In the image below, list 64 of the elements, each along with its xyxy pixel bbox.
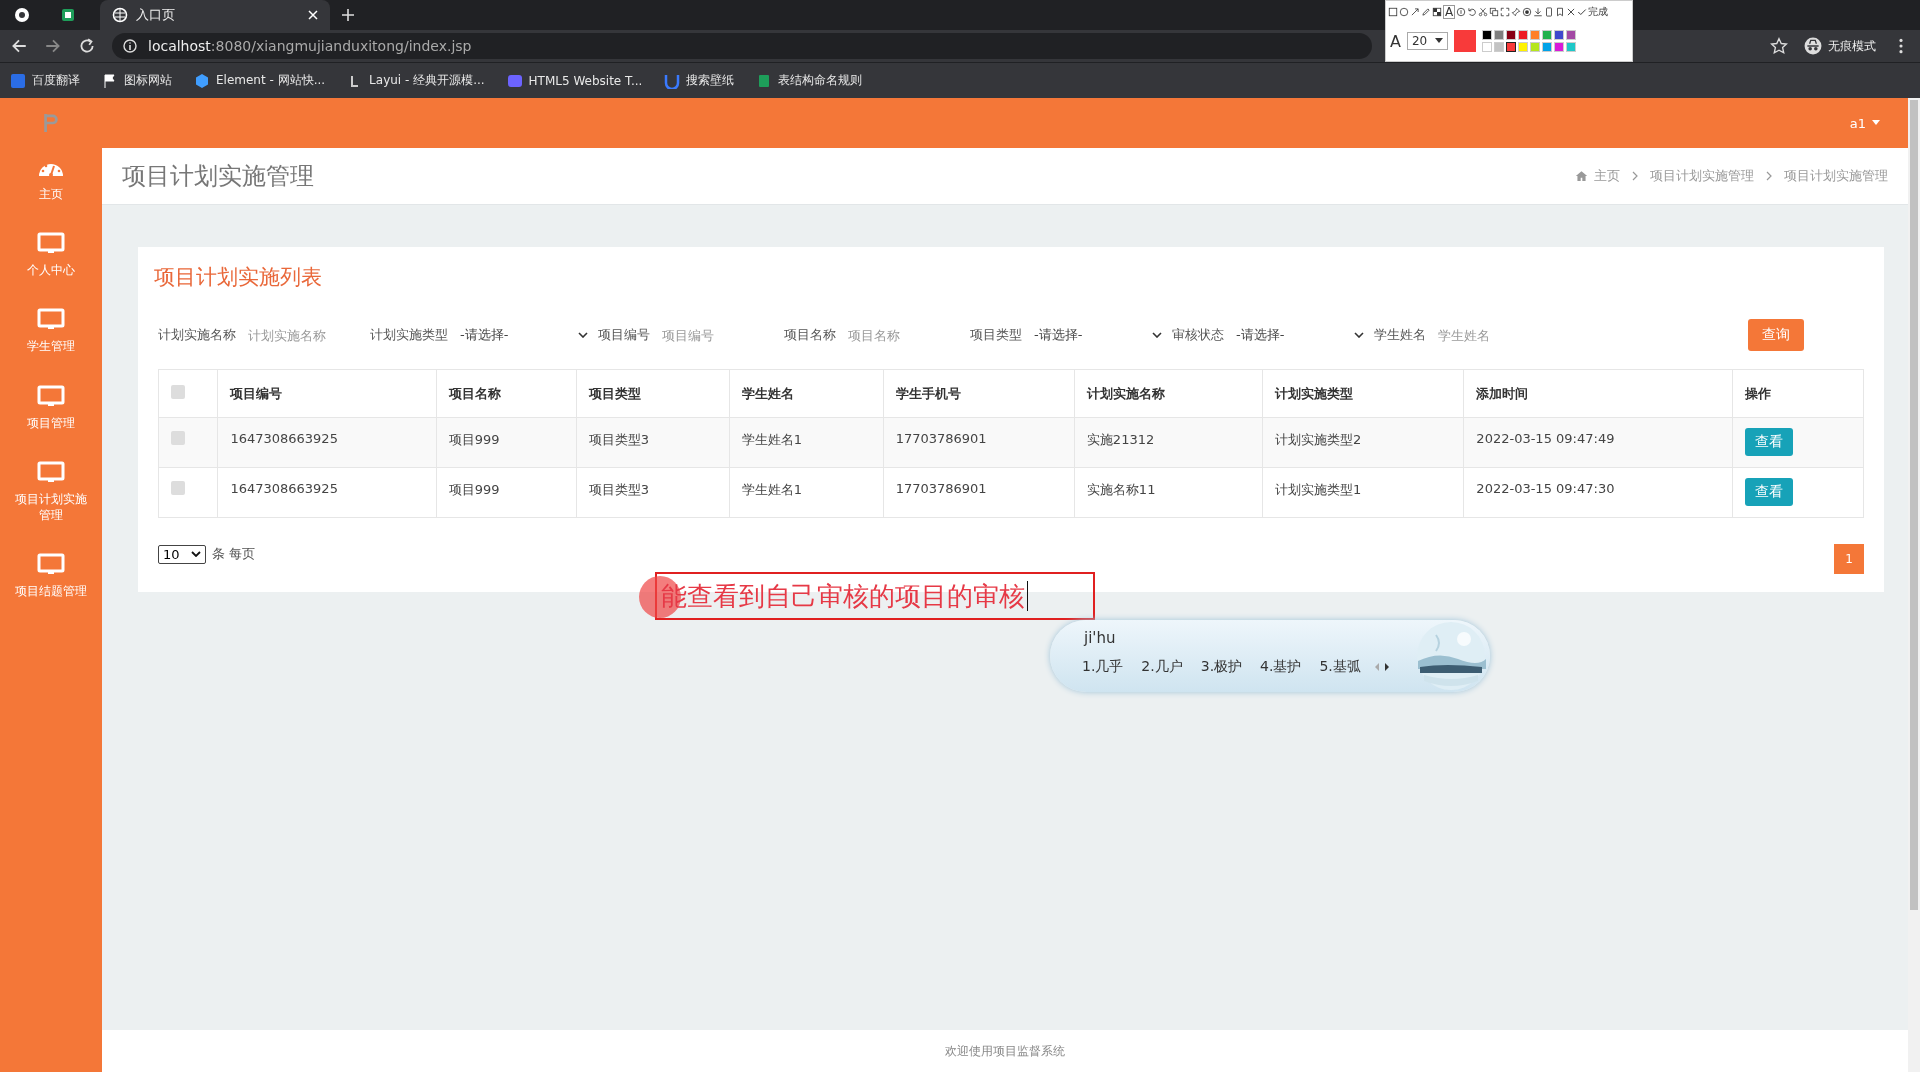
table-cell: 17703786901 (895, 481, 987, 496)
bookmark[interactable]: 百度翻译 (10, 72, 80, 89)
font-size-select[interactable]: 20 (1406, 32, 1449, 50)
filter-select[interactable]: -请选择- (1034, 326, 1162, 344)
ime-candidate[interactable]: 3.极护 (1200, 658, 1243, 676)
filter-label: 项目名称 (784, 326, 836, 344)
incognito-button[interactable]: 无痕模式 (1804, 37, 1876, 55)
table-cell: 实施21312 (1086, 432, 1155, 447)
table-cell: 学生姓名1 (741, 432, 802, 447)
table-cell: 1647308663925 (230, 481, 338, 496)
ime-candidate[interactable]: 4.基护 (1260, 658, 1302, 676)
table-cell: 项目类型3 (588, 482, 649, 497)
table-cell: 项目999 (448, 482, 500, 497)
filter-label: 项目编号 (598, 326, 650, 344)
filter-label: 学生姓名 (1374, 326, 1426, 344)
ime-candidate[interactable]: 2.几户 (1141, 658, 1183, 676)
column-header: 学生手机号 (895, 385, 961, 401)
bookmark[interactable]: HTML5 Website T... (506, 72, 643, 89)
column-header: 学生姓名 (741, 385, 794, 401)
table-cell: 计划实施类型1 (1275, 482, 1362, 497)
column-header: 计划实施类型 (1275, 385, 1354, 401)
column-header: 项目编号 (230, 385, 283, 401)
filter-label: 计划实施类型 (370, 326, 448, 344)
page-size-label: 条 每页 (212, 545, 256, 563)
table-cell: 项目类型3 (588, 432, 649, 447)
ime-candidate[interactable]: 1.几乎 (1082, 658, 1124, 676)
filter-label: 项目类型 (970, 326, 1022, 344)
column-header: 计划实施名称 (1086, 385, 1165, 401)
font-label: A (1390, 31, 1401, 51)
address-field[interactable]: localhost:8080/xiangmujianduxitong/index.jsp (112, 33, 1372, 59)
filter-label: 审核状态 (1172, 326, 1224, 344)
table-cell: 学生姓名1 (741, 482, 802, 497)
column-header: 项目名称 (448, 385, 501, 401)
filter-select[interactable]: -请选择- (460, 326, 588, 344)
bookmark[interactable]: Element - 网站快... (194, 72, 326, 89)
table-cell: 1647308663925 (230, 431, 338, 446)
table-cell: 实施名称11 (1086, 482, 1156, 497)
browser-tab[interactable]: 入口页 (100, 0, 330, 30)
table-cell: 17703786901 (895, 431, 987, 446)
card-title: 项目计划实施列表 (154, 264, 323, 291)
filter-select[interactable]: -请选择- (1236, 326, 1364, 344)
filter-label: 计划实施名称 (158, 326, 236, 344)
bookmark[interactable]: 表结构命名规则 (756, 72, 863, 89)
ime-input-text: ji'hu (1084, 629, 1116, 647)
text-tool[interactable]: A (1443, 5, 1456, 19)
bookmark[interactable]: 图标网站 (102, 72, 172, 89)
filter-field[interactable]: 学生姓名 (1438, 324, 1548, 346)
done-button[interactable]: 完成 (1577, 5, 1609, 19)
filter-field[interactable]: 计划实施名称 (248, 324, 358, 346)
filter-field[interactable]: 项目名称 (848, 324, 958, 346)
column-header: 项目类型 (588, 385, 641, 401)
table-cell: 2022-03-15 09:47:49 (1476, 431, 1615, 446)
table-cell: 计划实施类型2 (1275, 432, 1362, 447)
page-size-select[interactable]: 10 (158, 544, 206, 564)
filter-field[interactable]: 项目编号 (662, 324, 772, 346)
ime-candidate[interactable]: 5.基弧 (1319, 658, 1361, 676)
column-header: 操作 (1745, 385, 1772, 401)
bookmark[interactable]: Layui - 经典开源模... (347, 72, 485, 89)
page-title: 项目计划实施管理 (122, 161, 314, 192)
table-cell: 2022-03-15 09:47:30 (1476, 481, 1615, 496)
footer-text: 欢迎使用项目监督系统 (945, 1042, 1065, 1060)
table-cell: 项目999 (448, 432, 500, 447)
bookmark[interactable]: 搜索壁纸 (664, 72, 735, 89)
column-header: 添加时间 (1476, 385, 1529, 401)
